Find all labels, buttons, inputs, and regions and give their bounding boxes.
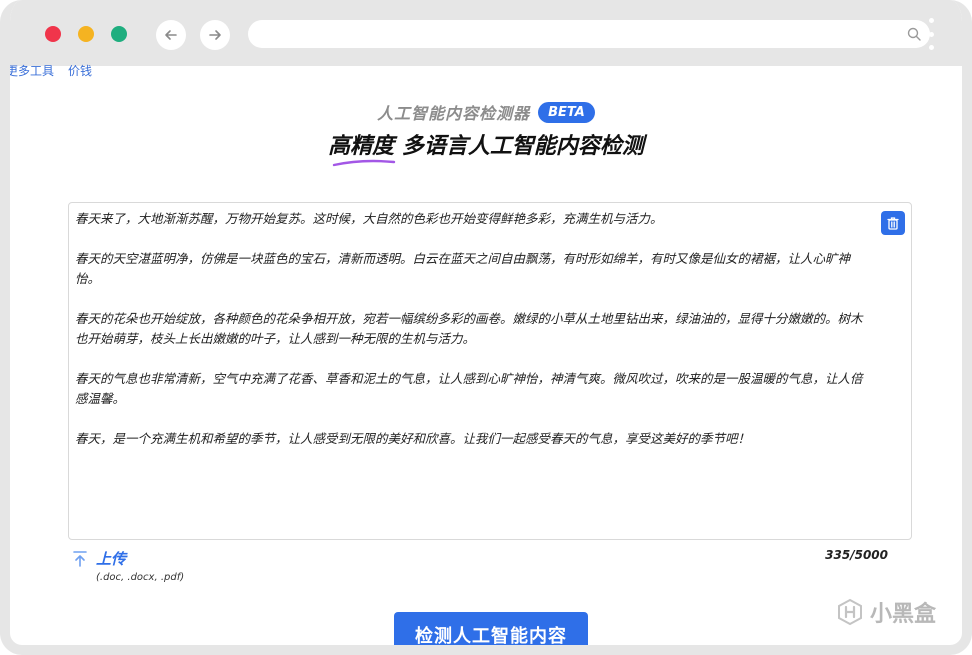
headline-rest: 多语言人工智能内容检测 bbox=[394, 134, 644, 159]
text-paragraph: 春天来了，大地渐渐苏醒，万物开始复苏。这时候，大自然的色彩也开始变得鲜艳多彩，充… bbox=[75, 211, 663, 226]
top-links: 更多工具 价钱 bbox=[10, 62, 92, 79]
detect-ai-content-button[interactable]: 检测人工智能内容 bbox=[394, 612, 588, 645]
browser-toolbar bbox=[10, 0, 962, 66]
upload-button[interactable]: 上传 bbox=[72, 548, 126, 569]
character-counter: 335/5000 bbox=[825, 548, 888, 562]
back-button[interactable] bbox=[156, 20, 186, 50]
upload-icon bbox=[73, 550, 87, 567]
search-icon[interactable] bbox=[906, 26, 922, 42]
more-options-icon[interactable] bbox=[928, 18, 934, 50]
headline-highlight: 高精度 bbox=[328, 128, 396, 167]
close-window-button[interactable] bbox=[45, 26, 61, 42]
more-tools-link[interactable]: 更多工具 bbox=[10, 62, 54, 79]
watermark: 小黑盒 bbox=[836, 596, 936, 628]
pricing-link[interactable]: 价钱 bbox=[68, 62, 92, 79]
page-title: 高精度 多语言人工智能内容检测 bbox=[10, 128, 962, 167]
watermark-text: 小黑盒 bbox=[869, 602, 936, 627]
minimize-window-button[interactable] bbox=[78, 26, 94, 42]
text-input-area[interactable]: 春天来了，大地渐渐苏醒，万物开始复苏。这时候，大自然的色彩也开始变得鲜艳多彩，充… bbox=[68, 202, 912, 540]
beta-badge: BETA bbox=[538, 101, 595, 123]
arrow-left-icon bbox=[165, 30, 177, 40]
product-title: 人工智能内容检测器 BETA bbox=[10, 100, 962, 124]
upload-file-types: (.doc, .docx, .pdf) bbox=[96, 572, 185, 583]
highlight-underline bbox=[332, 159, 396, 167]
forward-button[interactable] bbox=[200, 20, 230, 50]
arrow-right-icon bbox=[209, 30, 221, 40]
text-paragraph: 春天的天空湛蓝明净，仿佛是一块蓝色的宝石，清新而透明。白云在蓝天之间自由飘荡，有… bbox=[75, 251, 851, 286]
address-bar[interactable] bbox=[248, 20, 930, 48]
product-name: 人工智能内容检测器 bbox=[377, 104, 531, 123]
maximize-window-button[interactable] bbox=[111, 26, 127, 42]
text-paragraph: 春天，是一个充满生机和希望的季节，让人感受到无限的美好和欣喜。让我们一起感受春天… bbox=[75, 431, 751, 446]
text-paragraph: 春天的花朵也开始绽放，各种颜色的花朵争相开放，宛若一幅缤纷多彩的画卷。嫩绿的小草… bbox=[75, 311, 863, 346]
upload-label: 上传 bbox=[96, 550, 127, 568]
trash-icon bbox=[887, 217, 899, 230]
text-paragraph: 春天的气息也非常清新，空气中充满了花香、草香和泥土的气息，让人感到心旷神怡，神清… bbox=[75, 371, 863, 406]
heybox-logo-icon bbox=[837, 598, 862, 626]
browser-window: 更多工具 价钱 人工智能内容检测器 BETA 高精度 多语言人工智能内容检测 春… bbox=[0, 0, 972, 655]
clear-text-button[interactable] bbox=[881, 211, 905, 235]
